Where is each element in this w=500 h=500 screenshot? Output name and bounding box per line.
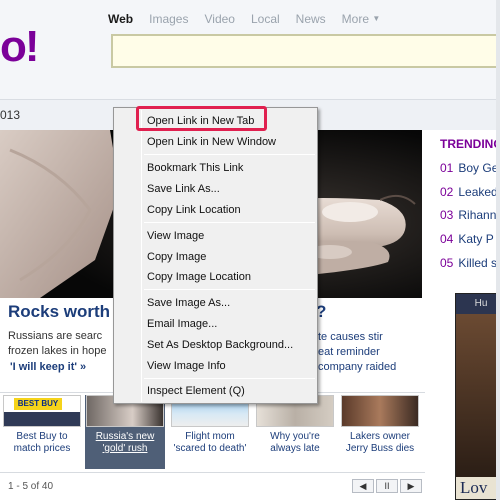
trending-rank: 02 — [440, 185, 454, 199]
date-text: 013 — [0, 108, 21, 122]
menu-item-copy-link-location[interactable]: Copy Link Location — [147, 203, 241, 217]
tab-web[interactable]: Web — [108, 12, 133, 26]
tab-images[interactable]: Images — [149, 12, 188, 26]
ad-footer: Lov — [456, 477, 500, 499]
trending-rank: 01 — [440, 161, 454, 175]
thumbnail-caption: Lakers owner Jerry Buss dies — [345, 431, 415, 454]
header: o! Web Images Video Local News More ▼ — [0, 0, 500, 100]
menu-separator — [144, 289, 315, 290]
menu-item-save-image[interactable]: Save Image As... — [147, 296, 230, 310]
search-tabs: Web Images Video Local News More ▼ — [108, 12, 396, 26]
bestbuy-sign: BEST BUY — [14, 398, 62, 410]
tab-more-label: More — [341, 12, 370, 26]
trending-rank: 05 — [440, 256, 454, 270]
menu-separator — [144, 154, 315, 155]
trending-item[interactable]: 05 Killed s — [440, 256, 497, 270]
thumbnail-item[interactable]: BEST BUY Best Buy to match prices — [2, 395, 82, 469]
ad-image — [456, 314, 500, 479]
window-edge — [496, 0, 500, 500]
thumbnail-caption: Best Buy to match prices — [13, 431, 71, 454]
trending-text: Killed s — [458, 256, 498, 270]
story-link[interactable]: 'I will keep it' » — [10, 361, 86, 373]
store-front — [4, 412, 80, 426]
thumbnail-image: BEST BUY — [3, 395, 81, 427]
menu-item-email-image[interactable]: Email Image... — [147, 317, 217, 331]
trending-rank: 03 — [440, 208, 454, 222]
carousel-pager: 1 - 5 of 40 ◀ II ▶ — [0, 472, 425, 496]
trending-rank: 04 — [440, 232, 454, 246]
pager-buttons: ◀ II ▶ — [352, 479, 424, 493]
thumbnail-caption: Russia's new 'gold' rush — [95, 431, 155, 454]
trending-text: Katy P — [458, 232, 494, 246]
thumbnail-image — [341, 395, 419, 427]
story-headline[interactable]: Rocks worth — [8, 302, 110, 322]
menu-item-copy-image[interactable]: Copy Image — [147, 250, 206, 264]
tab-more[interactable]: More ▼ — [342, 12, 381, 26]
thumbnail-caption: Flight mom 'scared to death' — [173, 431, 247, 454]
prev-button[interactable]: ◀ — [352, 479, 374, 493]
ad-header: Hu — [456, 294, 500, 314]
pager-count: 1 - 5 of 40 — [8, 481, 54, 492]
tab-local[interactable]: Local — [251, 12, 280, 26]
story-link-label: 'I will keep it' — [10, 361, 77, 373]
thumbnail-item[interactable]: Why you're always late — [255, 395, 335, 469]
trending-item[interactable]: 03 Rihanna — [440, 208, 500, 222]
menu-item-view-image[interactable]: View Image — [147, 229, 204, 243]
menu-item-bookmark-link[interactable]: Bookmark This Link — [147, 161, 243, 175]
double-chevron-icon: » — [80, 361, 87, 373]
highlight-box — [136, 106, 267, 131]
next-button[interactable]: ▶ — [400, 479, 422, 493]
thumbnail-item[interactable]: Flight mom 'scared to death' — [170, 395, 250, 469]
menu-gutter — [141, 110, 142, 402]
menu-item-save-link[interactable]: Save Link As... — [147, 182, 220, 196]
thumbnail-item-selected[interactable]: Russia's new 'gold' rush — [85, 395, 165, 469]
tab-video[interactable]: Video — [204, 12, 234, 26]
related-stories: te causes stir eat reminder company raid… — [318, 330, 422, 375]
trending-item[interactable]: 01 Boy Ge — [440, 161, 498, 175]
chevron-down-icon: ▼ — [372, 14, 381, 23]
menu-separator — [144, 222, 315, 223]
trending-text: Rihanna — [458, 208, 500, 222]
menu-item-inspect-element[interactable]: Inspect Element (Q) — [147, 384, 245, 398]
trending-text: Leaked — [458, 185, 498, 199]
related-story-1[interactable]: te causes stir — [318, 330, 422, 345]
thumbnail-item[interactable]: Lakers owner Jerry Buss dies — [340, 395, 420, 469]
menu-separator — [144, 378, 315, 379]
menu-item-view-image-info[interactable]: View Image Info — [147, 359, 226, 373]
search-input[interactable] — [111, 34, 500, 68]
pause-button[interactable]: II — [376, 479, 398, 493]
related-story-2[interactable]: eat reminder — [318, 345, 422, 360]
related-story-3[interactable]: company raided — [318, 360, 422, 375]
yahoo-logo[interactable]: o! — [0, 22, 40, 72]
context-menu: Open Link in New Tab Open Link in New Wi… — [113, 107, 318, 404]
trending-item[interactable]: 04 Katy P — [440, 232, 494, 246]
story-summary: Russians are searc frozen lakes in hope — [8, 330, 107, 357]
advertisement[interactable]: Hu Lov — [455, 293, 500, 500]
thumbnail-caption: Why you're always late — [270, 431, 320, 454]
menu-item-copy-image-location[interactable]: Copy Image Location — [147, 270, 251, 284]
tab-news[interactable]: News — [296, 12, 326, 26]
trending-text: Boy Ge — [458, 161, 499, 175]
menu-item-open-new-window[interactable]: Open Link in New Window — [147, 135, 276, 149]
menu-item-set-desktop-background[interactable]: Set As Desktop Background... — [147, 338, 293, 352]
trending-item[interactable]: 02 Leaked — [440, 185, 498, 199]
trending-panel: TRENDING 01 Boy Ge 02 Leaked 03 Rihanna 04 K… — [432, 130, 500, 280]
trending-title: TRENDING — [440, 137, 500, 151]
